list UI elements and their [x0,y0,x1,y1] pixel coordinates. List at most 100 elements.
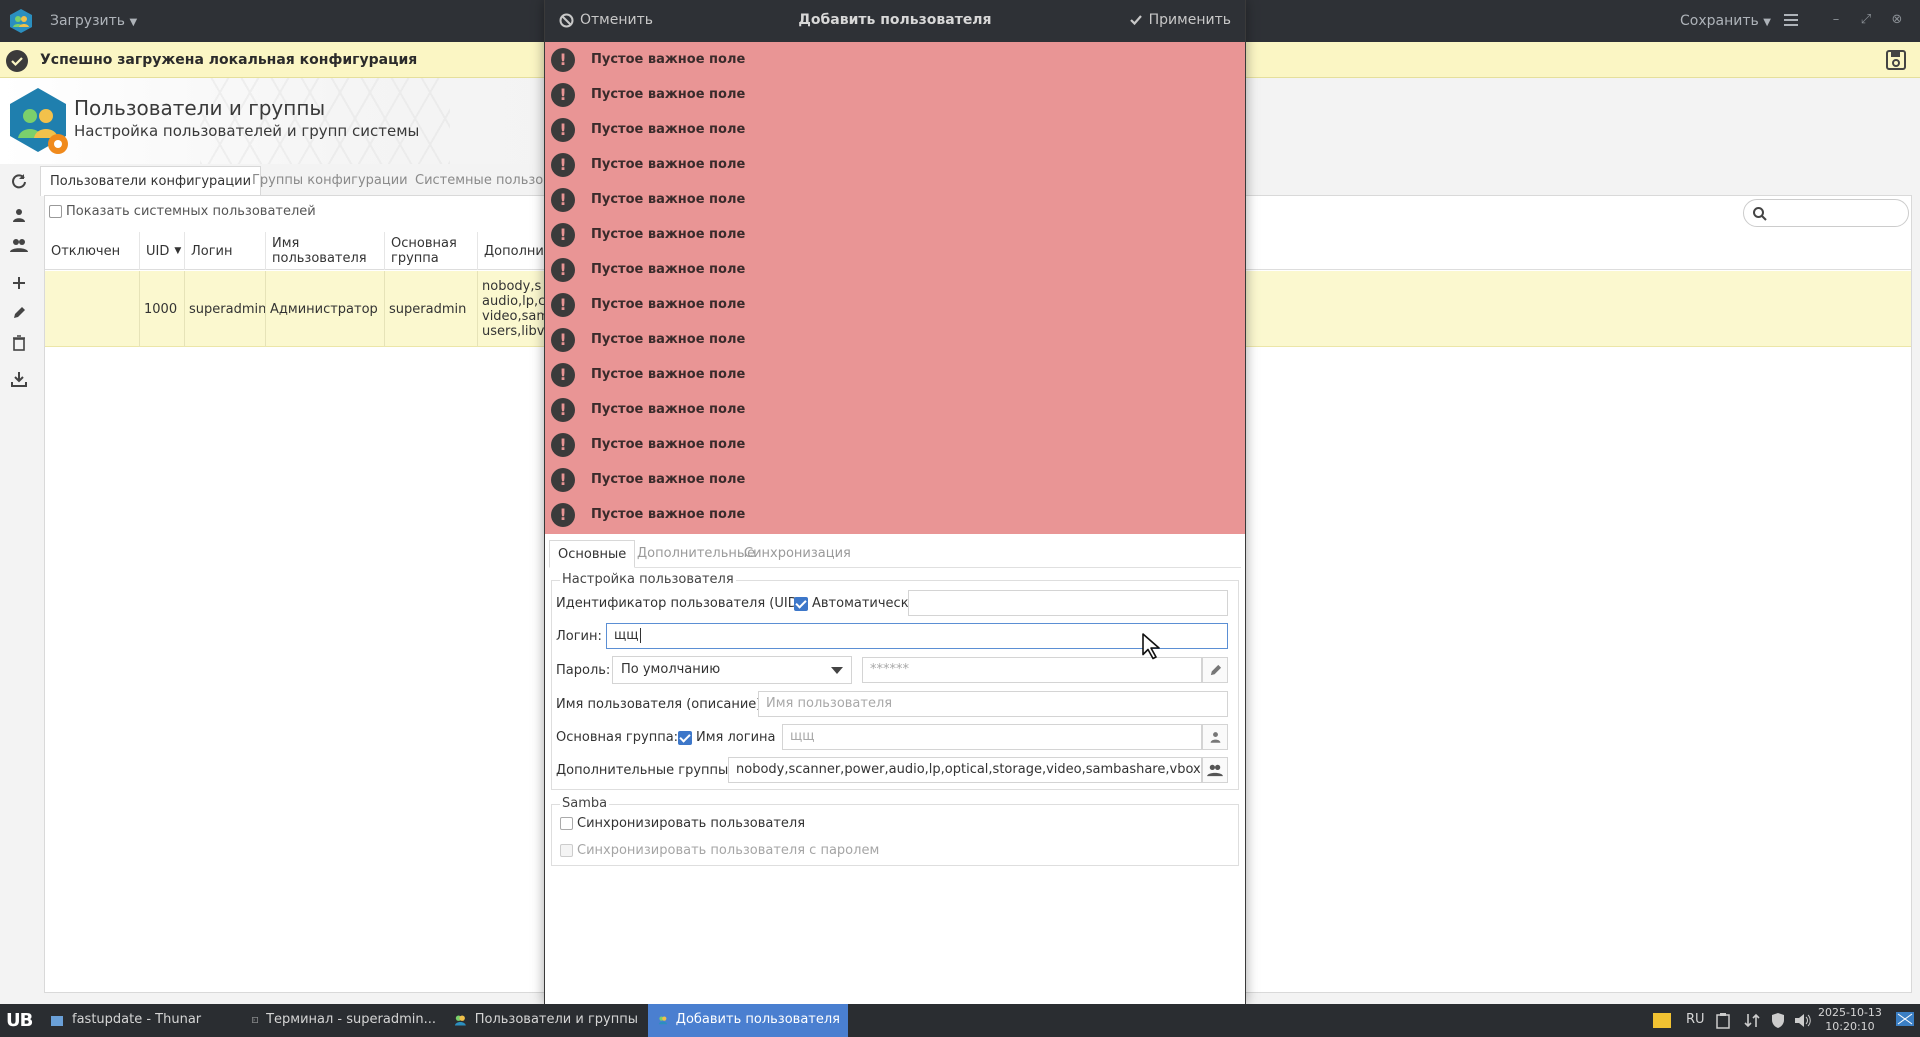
uid-auto-checkbox[interactable] [794,597,808,611]
delete-button[interactable] [6,330,32,356]
info-message: Успешно загружена локальная конфигурация [40,52,418,68]
warning-icon: ! [551,222,575,247]
warning-icon: ! [551,152,575,177]
load-menu-button[interactable]: Загрузить ▼ [50,13,137,29]
success-check-icon [6,50,28,72]
choose-extra-groups-button[interactable] [1202,757,1228,783]
col-main-group[interactable]: Основная группа [385,232,478,270]
download-button[interactable] [6,366,32,392]
group-button[interactable] [6,232,32,258]
group-icon [10,239,28,252]
password-field[interactable]: ****** [862,657,1202,683]
sync-user-checkbox[interactable] [560,817,573,830]
col-login[interactable]: Логин [185,232,266,270]
notes-tray-icon[interactable] [1653,1013,1671,1028]
task-thunar[interactable]: fastupdate - Thunar [40,1004,242,1037]
group-icon [1207,764,1223,777]
username-field[interactable]: Имя пользователя [758,691,1228,717]
col-uid[interactable]: UID ▼ [140,232,185,270]
task-terminal[interactable]: Терминал - superadmin... [242,1004,444,1037]
tab-sync[interactable]: Синхронизация [736,540,859,568]
tab-main[interactable]: Основные [549,540,636,568]
task-users-groups[interactable]: Пользователи и группы [444,1004,646,1037]
shield-tray-icon[interactable] [1770,1012,1786,1029]
edit-password-button[interactable] [1202,657,1228,683]
error-item: ! Пустое важное поле [545,322,1245,357]
error-item: ! Пустое важное поле [545,217,1245,252]
task-add-user[interactable]: Добавить пользователя [648,1004,848,1037]
main-group-login-checkbox[interactable] [678,731,692,745]
error-text: Пустое важное поле [591,52,746,67]
error-item: ! Пустое важное поле [545,462,1245,497]
error-text: Пустое важное поле [591,122,746,137]
cell-extra-groups: nobody,s audio,lp,c video,sam users,libv [482,279,548,339]
tab-config-groups[interactable]: Группы конфигурации [243,166,417,196]
sync-password-checkbox[interactable] [560,844,573,857]
add-button[interactable] [6,270,32,296]
login-field[interactable]: щщ [606,623,1228,649]
show-system-users[interactable]: Показать системных пользователей [49,204,316,219]
apply-label: Применить [1148,12,1231,28]
users-groups-logo-icon [10,88,68,154]
main-group-field[interactable]: щщ [782,724,1202,750]
password-mode-value: По умолчанию [621,662,721,677]
save-disk-icon[interactable] [1884,48,1908,72]
col-uid-label: UID [146,243,170,259]
app-banner: Пользователи и группы Настройка пользова… [0,78,560,164]
user-button[interactable] [6,202,32,228]
extra-groups-field[interactable]: nobody,scanner,power,audio,lp,optical,st… [728,757,1202,783]
error-item: ! Пустое важное поле [545,392,1245,427]
cell-username: Администратор [266,271,385,347]
extra-groups-label: Дополнительные группы: [556,763,733,778]
password-label: Пароль: [556,663,611,678]
password-mode-select[interactable]: По умолчанию [612,656,852,684]
main-group-label: Основная группа: [556,730,679,745]
show-system-users-checkbox[interactable] [49,205,62,218]
download-icon [11,372,27,387]
username-label: Имя пользователя (описание): [556,697,766,712]
volume-tray-icon[interactable] [1794,1012,1812,1029]
warning-icon: ! [551,257,575,282]
login-value: щщ [614,628,639,643]
choose-main-group-button[interactable] [1202,724,1228,750]
clock[interactable]: 2025-10-13 10:20:10 [1818,1006,1882,1034]
start-menu-button[interactable]: UB [6,1010,33,1031]
refresh-button[interactable] [6,168,32,194]
chevron-down-icon: ▼ [1763,17,1771,28]
network-tray-icon[interactable] [1744,1012,1760,1029]
col-username[interactable]: Имя пользователя [266,232,385,270]
col-extra-groups[interactable]: Дополни [478,232,548,270]
error-text: Пустое важное поле [591,507,746,522]
clipboard-tray-icon[interactable] [1716,1012,1730,1029]
users-app-icon [454,1015,466,1026]
warning-icon: ! [551,327,575,352]
maximize-icon[interactable]: ⤢ [1857,11,1875,29]
minimize-icon[interactable]: – [1827,11,1845,29]
clock-date: 2025-10-13 [1818,1006,1882,1019]
folder-icon [51,1016,63,1026]
task-label: fastupdate - Thunar [72,1012,202,1027]
show-desktop-icon[interactable] [1895,1010,1915,1030]
col-disabled[interactable]: Отключен [45,232,140,270]
error-text: Пустое важное поле [591,472,746,487]
user-icon [1210,732,1220,743]
dialog-header: Отменить Добавить пользователя Применить [545,0,1245,42]
keyboard-layout[interactable]: RU [1686,1012,1705,1027]
uid-field[interactable] [908,590,1228,616]
tab-config-users[interactable]: Пользователи конфигурации [40,166,262,196]
warning-icon: ! [551,82,575,107]
user-icon [13,209,25,222]
warning-icon: ! [551,292,575,317]
user-settings-group: Настройка пользователя Идентификатор пол… [551,572,1239,790]
hamburger-menu-icon[interactable] [1783,12,1799,28]
close-icon[interactable]: ⊗ [1888,11,1906,29]
clock-time: 10:20:10 [1825,1020,1875,1033]
save-menu-button[interactable]: Сохранить ▼ [1680,13,1771,29]
warning-icon: ! [551,47,575,72]
edit-button[interactable] [6,300,32,326]
search-input[interactable] [1743,199,1909,227]
apply-button[interactable]: Применить [1129,12,1231,28]
error-text: Пустое важное поле [591,367,746,382]
error-list: ! Пустое важное поле ! Пустое важное поле … [545,42,1245,534]
warning-icon: ! [551,432,575,457]
